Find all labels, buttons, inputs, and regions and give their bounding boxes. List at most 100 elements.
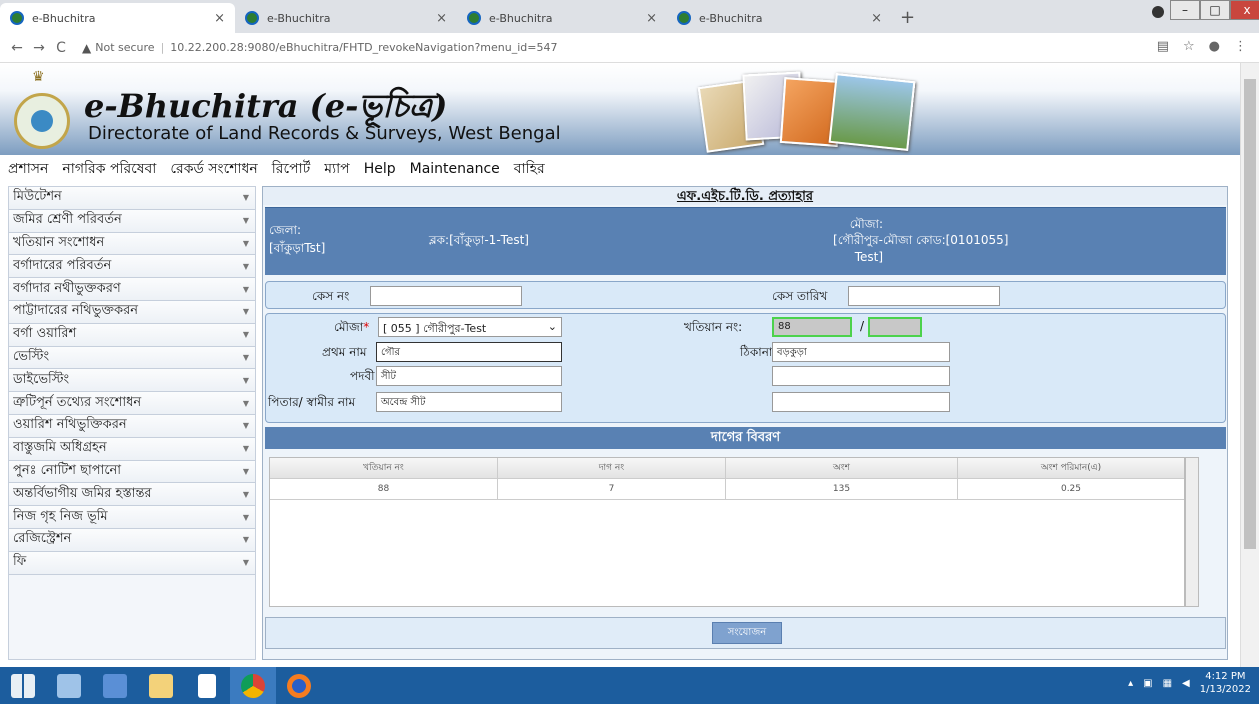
grid-header[interactable]: অংশ পরিমান(এ) [958, 458, 1184, 478]
menu-citizen-services[interactable]: নাগরিক পরিষেবা [62, 157, 156, 181]
tray-apps-icon[interactable]: ▣ [1143, 678, 1152, 689]
browser-tab[interactable]: e-Bhuchitra × [457, 3, 667, 33]
menu-report[interactable]: রিপোর্ট [272, 157, 311, 181]
sidebar-item[interactable]: ভেস্টিং ▼ [9, 346, 255, 370]
close-tab-icon[interactable]: × [646, 11, 657, 26]
case-date-label: কেস তারিখ [772, 289, 828, 303]
table-row[interactable]: 88 7 135 0.25 [270, 479, 1184, 500]
scrollbar-thumb[interactable] [1244, 79, 1256, 549]
maximize-icon[interactable]: □ [1200, 0, 1230, 20]
surname-input[interactable]: সীট [376, 366, 562, 386]
taskbar-app[interactable] [276, 667, 322, 704]
sidebar-item[interactable]: বাস্তুজমি অধিগ্রহন ▼ [9, 437, 255, 461]
site-favicon-icon [677, 11, 691, 25]
browser-tab[interactable]: e-Bhuchitra × [0, 3, 235, 33]
sidebar-item-label: বর্গাদার নথীভুক্তকরণ [13, 280, 121, 296]
menu-record-correction[interactable]: রেকর্ড সংশোধন [170, 157, 257, 181]
chevron-down-icon: ▼ [242, 330, 250, 340]
account-icon[interactable]: ● [1209, 39, 1220, 54]
title-label: পদবী [350, 369, 375, 383]
start-button[interactable] [0, 667, 46, 704]
site-banner: ♛ e-Bhuchitra (e-ভূচিত্র) Directorate of… [0, 63, 1240, 155]
mouza-select[interactable]: [ 055 ] গৌরীপুর-Test ⌄ [378, 317, 562, 337]
address-line2-input[interactable] [772, 366, 950, 386]
minimize-icon[interactable]: – [1170, 0, 1200, 20]
forward-button[interactable]: → [28, 40, 50, 56]
powershell-icon [103, 673, 127, 698]
sidebar-item[interactable]: ওয়ারিশ নথিভুক্তিকরন ▼ [9, 414, 255, 438]
tray-arrow-icon[interactable]: ▴ [1128, 678, 1133, 689]
sidebar-item[interactable]: রেজিস্ট্রেশন ▼ [9, 528, 255, 552]
taskbar-app[interactable] [184, 667, 230, 704]
chevron-down-icon: ▼ [242, 444, 250, 454]
address-line3-input[interactable] [772, 392, 950, 412]
menu-maintenance[interactable]: Maintenance [410, 161, 500, 177]
grid-header[interactable]: দাগ নং [498, 458, 726, 478]
translate-icon[interactable]: ▤ [1157, 39, 1169, 54]
taskbar-app[interactable] [230, 667, 276, 704]
taskbar-app[interactable] [92, 667, 138, 704]
bookmark-star-icon[interactable]: ☆ [1183, 39, 1195, 54]
sidebar-item[interactable]: ফি ▼ [9, 551, 255, 575]
date-text: 1/13/2022 [1199, 684, 1251, 695]
back-button[interactable]: ← [6, 40, 28, 56]
reload-button[interactable]: C [50, 40, 72, 56]
chevron-down-icon: ▼ [242, 238, 250, 248]
tab-title: e-Bhuchitra [267, 11, 331, 25]
url-field[interactable]: ▲ Not secure | 10.22.200.28:9080/eBhuchi… [82, 41, 557, 55]
file-manager-icon [57, 673, 81, 698]
profile-dot-icon[interactable] [1152, 6, 1164, 18]
document-icon [198, 673, 216, 698]
sidebar-item[interactable]: অন্তর্বিভাগীয় জমির হস্তান্তর ▼ [9, 483, 255, 507]
close-tab-icon[interactable]: × [871, 11, 882, 26]
new-tab-button[interactable]: + [900, 7, 915, 28]
sidebar-item[interactable]: মিউটেশন ▼ [9, 187, 255, 210]
grid-header[interactable]: অংশ [726, 458, 958, 478]
grid-header[interactable]: খতিয়ান নং [270, 458, 498, 478]
khatian-sub-input[interactable] [868, 317, 922, 337]
sidebar-item[interactable]: বর্গা ওয়ারিশ ▼ [9, 323, 255, 347]
browser-tab[interactable]: e-Bhuchitra × [235, 3, 457, 33]
browser-tab[interactable]: e-Bhuchitra × [667, 3, 892, 33]
address-input[interactable]: বড়কুড়া [772, 342, 950, 362]
sidebar-item[interactable]: নিজ গৃহ নিজ ভূমি ▼ [9, 506, 255, 529]
sidebar-item[interactable]: বর্গাদার নথীভুক্তকরণ ▼ [9, 278, 255, 301]
clock[interactable]: 4:12 PM 1/13/2022 [1200, 670, 1251, 696]
add-button[interactable]: সংযোজন [712, 622, 782, 644]
taskbar-app[interactable] [138, 667, 184, 704]
network-icon[interactable]: ▦ [1163, 678, 1172, 689]
sidebar-item-label: খতিয়ান সংশোধন [13, 234, 105, 250]
father-name-input[interactable]: অবেন্দ্র সীট [376, 392, 562, 412]
sidebar-item[interactable]: পাট্টাদারের নথিভুক্তকরন ▼ [9, 300, 255, 324]
close-tab-icon[interactable]: × [436, 11, 447, 26]
sidebar-item[interactable]: পুনঃ নোটিশ ছাপানো ▼ [9, 460, 255, 484]
menu-admin[interactable]: প্রশাসন [8, 157, 48, 181]
mouza-value-2: Test] [854, 250, 883, 264]
grid-cell: 7 [498, 479, 726, 499]
district-label: জেলা: [269, 223, 302, 237]
sidebar-item[interactable]: ত্রুটিপূর্ন তথ্যের সংশোধন ▼ [9, 392, 255, 415]
first-name-input[interactable]: গৌর [376, 342, 562, 362]
sidebar-item[interactable]: বর্গাদারের পরিবর্তন ▼ [9, 255, 255, 279]
menu-exit[interactable]: বাহির [514, 157, 545, 181]
sidebar-item[interactable]: খতিয়ান সংশোধন ▼ [9, 232, 255, 256]
more-menu-icon[interactable]: ⋮ [1234, 39, 1247, 54]
sidebar-item[interactable]: ডাইভেস্টিং ▼ [9, 369, 255, 393]
volume-icon[interactable]: ◀ [1182, 678, 1190, 689]
case-date-input[interactable] [848, 286, 1000, 306]
khatian-input[interactable]: 88 [772, 317, 852, 337]
location-info-bar: জেলা: [বাঁকুড়াTst] ব্লক:[বাঁকুড়া-1-Tes… [265, 207, 1226, 275]
case-no-input[interactable] [370, 286, 522, 306]
menu-map[interactable]: ম্যাপ [324, 157, 349, 181]
menu-help[interactable]: Help [364, 161, 396, 177]
grid-scrollbar[interactable] [1185, 457, 1199, 607]
url-text: 10.22.200.28:9080/eBhuchitra/FHTD_revoke… [170, 41, 558, 54]
close-window-icon[interactable]: x [1230, 0, 1259, 20]
close-tab-icon[interactable]: × [214, 11, 225, 26]
chevron-down-icon: ▼ [242, 421, 250, 431]
chevron-down-icon: ▼ [242, 216, 250, 226]
taskbar-app[interactable] [46, 667, 92, 704]
page-scrollbar[interactable] [1240, 63, 1259, 667]
sidebar-item-label: নিজ গৃহ নিজ ভূমি [13, 508, 108, 524]
sidebar-item[interactable]: জমির শ্রেণী পরিবর্তন ▼ [9, 209, 255, 233]
